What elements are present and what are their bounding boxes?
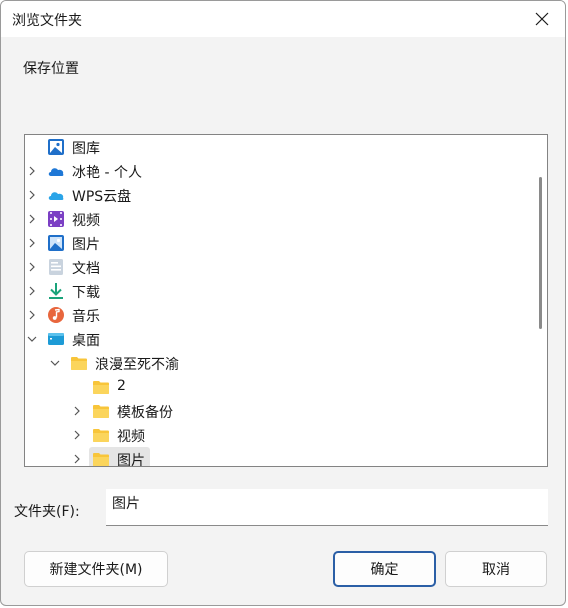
chevron-right-icon[interactable]: [26, 189, 38, 201]
tree-item-label: 2: [117, 378, 126, 394]
ok-button-label: 确定: [370, 562, 399, 578]
folder-icon: [71, 357, 87, 370]
browse-folder-dialog: 浏览文件夹 保存位置 图库 冰艳 - 个人 WPS云盘 视频 图片 文档 下载 …: [0, 0, 566, 606]
chevron-right-icon[interactable]: [26, 237, 38, 249]
tree-item-music[interactable]: 音乐: [25, 303, 533, 327]
documents-folder-icon: [49, 259, 63, 275]
tree-item-videos[interactable]: 视频: [25, 207, 533, 231]
chevron-right-icon[interactable]: [26, 261, 38, 273]
close-button[interactable]: [519, 1, 565, 37]
chevron-right-icon[interactable]: [26, 213, 38, 225]
title-bar: 浏览文件夹: [1, 1, 565, 37]
new-folder-button-label: 新建文件夹(M): [49, 562, 143, 578]
pictures-folder-icon: [48, 235, 64, 251]
tree-item-folder-videos[interactable]: 视频: [25, 423, 533, 447]
tree-item-onedrive[interactable]: 冰艳 - 个人: [25, 159, 533, 183]
folder-tree[interactable]: 图库 冰艳 - 个人 WPS云盘 视频 图片 文档 下载 音乐 桌面 浪漫至死不…: [24, 134, 548, 467]
tree-item-label: 图片: [72, 237, 100, 253]
window-title: 浏览文件夹: [12, 13, 82, 29]
folder-field-label: 文件夹(F):: [14, 504, 80, 520]
tree-item-documents[interactable]: 文档: [25, 255, 533, 279]
tree-scrollbar[interactable]: [533, 135, 547, 466]
new-folder-button[interactable]: 新建文件夹(M): [24, 551, 168, 587]
folder-name-input[interactable]: 图片: [106, 489, 548, 526]
folder-icon: [93, 429, 109, 442]
desktop-folder-icon: [48, 333, 64, 345]
folder-icon: [93, 453, 109, 466]
chevron-right-icon[interactable]: [26, 309, 38, 321]
tree-item-label: WPS云盘: [72, 189, 132, 205]
tree-item-desktop[interactable]: 桌面: [25, 327, 533, 351]
tree-item-label: 桌面: [72, 333, 100, 349]
folder-name-value: 图片: [112, 496, 140, 512]
tree-item-label: 音乐: [72, 309, 100, 325]
wps-cloud-icon: [48, 192, 64, 200]
tree-item-folder-templates[interactable]: 模板备份: [25, 399, 533, 423]
chevron-right-icon[interactable]: [71, 429, 83, 441]
ok-button[interactable]: 确定: [333, 551, 436, 587]
gallery-icon: [48, 139, 64, 155]
tree-item-pictures[interactable]: 图片: [25, 231, 533, 255]
downloads-folder-icon: [49, 283, 63, 299]
chevron-right-icon[interactable]: [71, 453, 83, 465]
folder-icon: [93, 405, 109, 418]
tree-item-label: 视频: [117, 429, 145, 445]
chevron-right-icon[interactable]: [26, 285, 38, 297]
tree-item-folder-romance[interactable]: 浪漫至死不渝: [25, 351, 533, 375]
tree-item-wps-cloud[interactable]: WPS云盘: [25, 183, 533, 207]
tree-item-label: 下载: [72, 285, 100, 301]
tree-item-label: 文档: [72, 261, 100, 277]
tree-item-label: 视频: [72, 213, 100, 229]
tree-item-label: 模板备份: [117, 405, 173, 421]
tree-item-label: 浪漫至死不渝: [95, 357, 179, 373]
chevron-right-icon[interactable]: [71, 405, 83, 417]
tree-item-label: 冰艳 - 个人: [72, 165, 142, 181]
cancel-button[interactable]: 取消: [445, 551, 547, 587]
scrollbar-thumb[interactable]: [539, 177, 542, 329]
chevron-right-icon[interactable]: [26, 165, 38, 177]
tree-item-label: 图片: [117, 453, 145, 467]
folder-icon: [93, 381, 109, 394]
chevron-down-icon[interactable]: [26, 333, 38, 345]
dialog-prompt: 保存位置: [23, 61, 79, 77]
cancel-button-label: 取消: [482, 562, 510, 578]
chevron-down-icon[interactable]: [49, 357, 61, 369]
tree-item-folder-pictures[interactable]: 图片: [25, 447, 533, 467]
tree-item-downloads[interactable]: 下载: [25, 279, 533, 303]
tree-item-gallery[interactable]: 图库: [25, 135, 533, 159]
onedrive-cloud-icon: [48, 168, 64, 176]
tree-item-folder-2[interactable]: 2: [25, 375, 533, 399]
tree-item-label: 图库: [72, 141, 100, 157]
close-icon: [535, 12, 549, 26]
music-folder-icon: [48, 307, 64, 323]
videos-folder-icon: [48, 211, 64, 227]
